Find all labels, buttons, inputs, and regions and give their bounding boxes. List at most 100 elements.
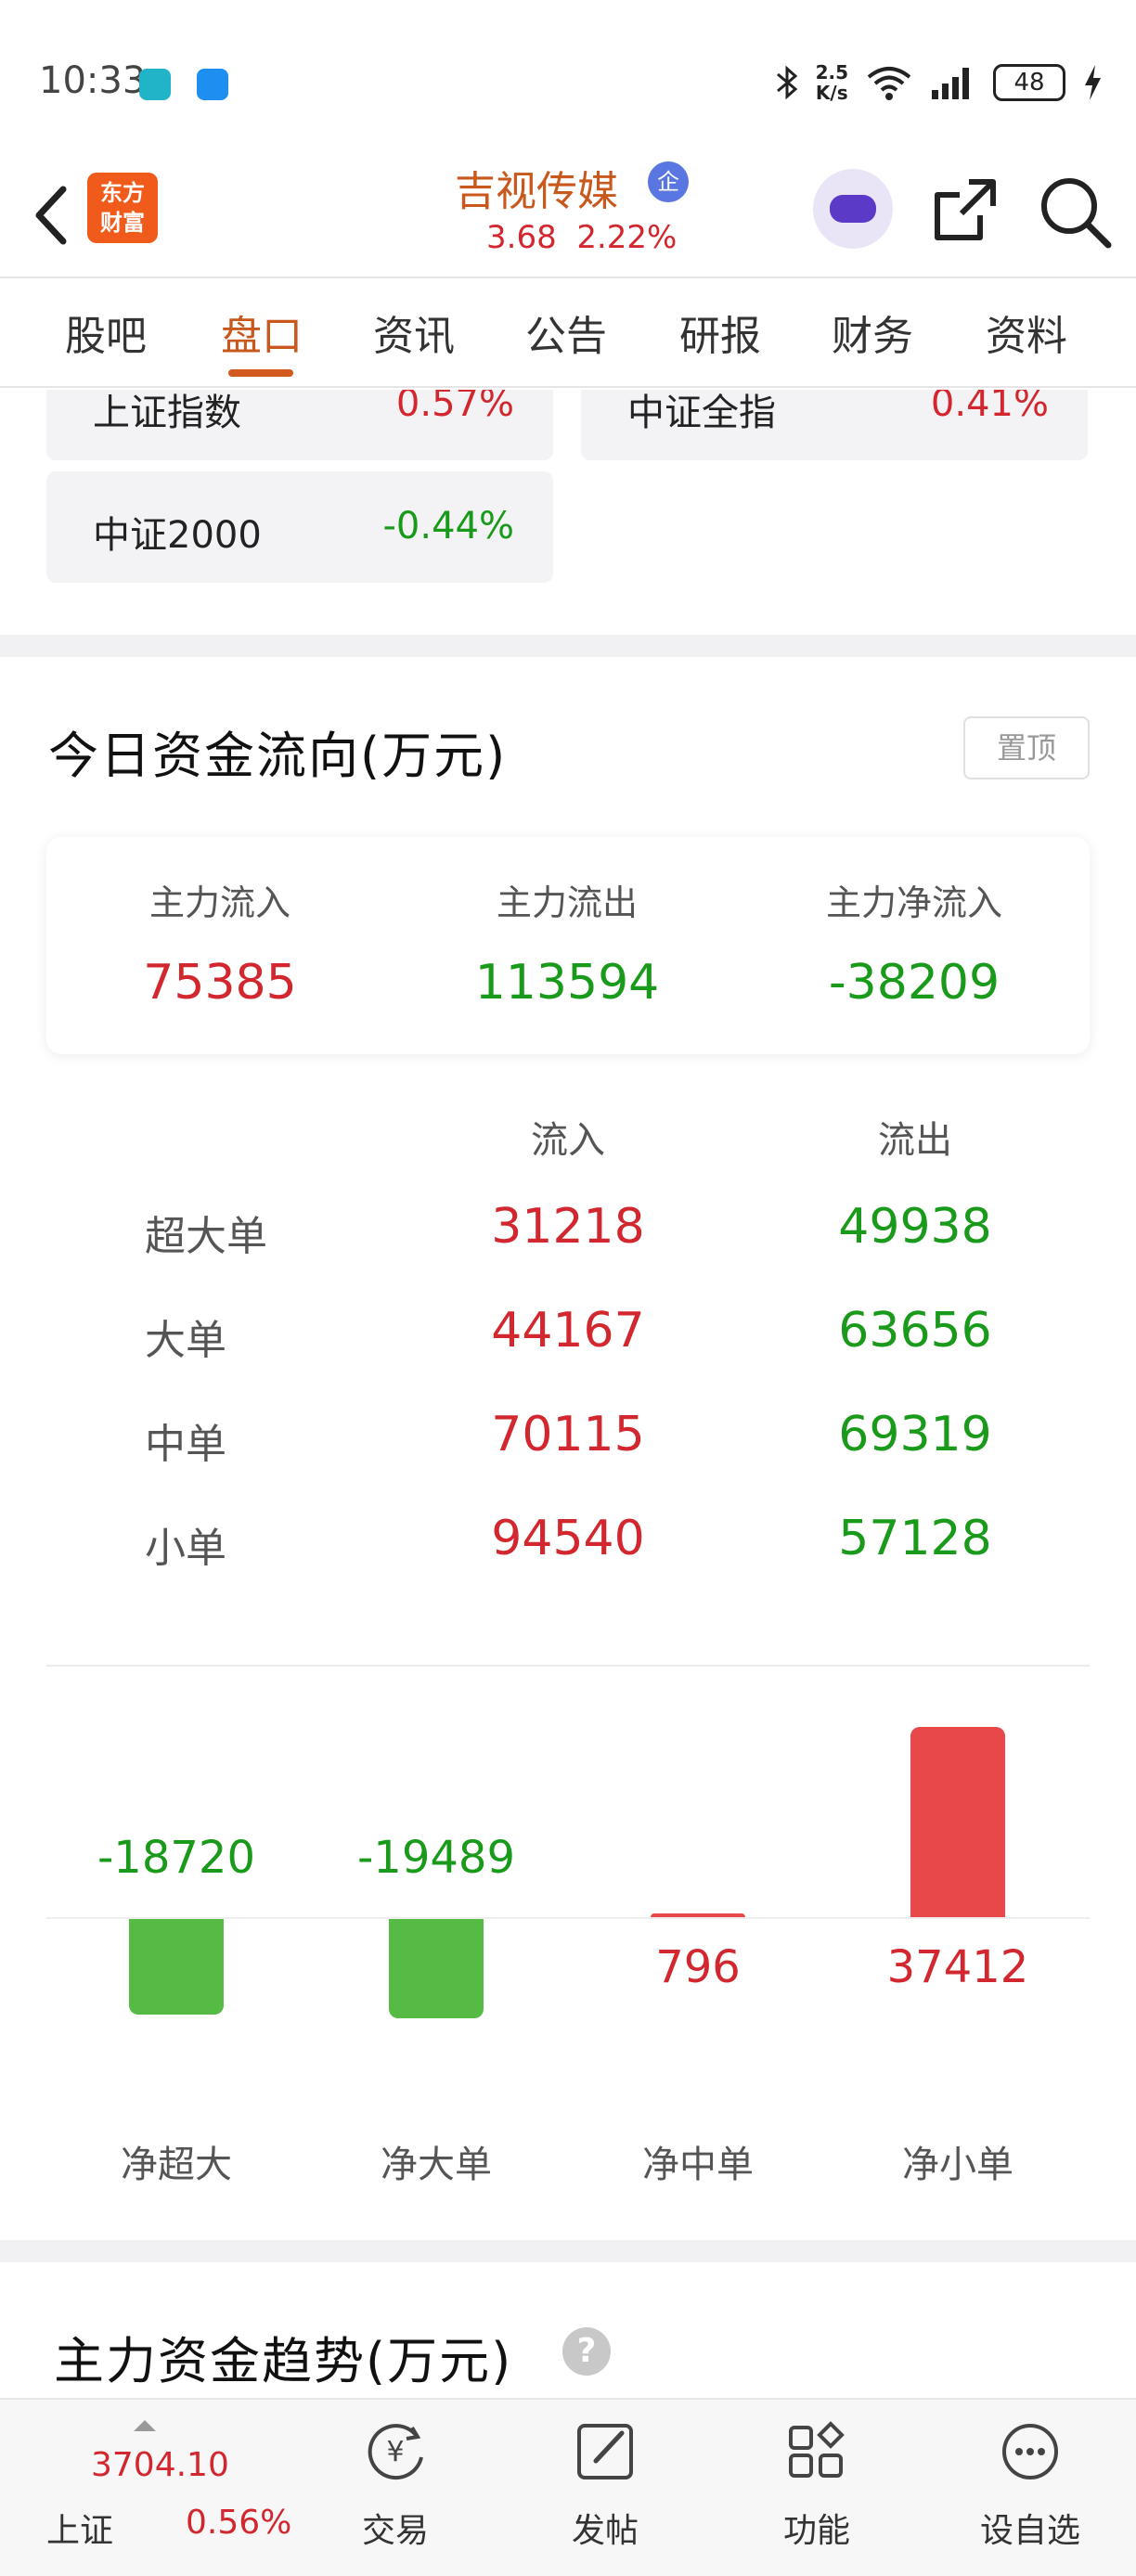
chart-value-label: 37412 (886, 1941, 1029, 1993)
app-logo-line2: 财富 (100, 210, 145, 236)
tab-announcements[interactable]: 公告 (525, 303, 607, 362)
order-size-label: 中单 (145, 1421, 226, 1468)
chart-value-label: 796 (655, 1941, 741, 1993)
grid-icon (789, 2421, 845, 2478)
wifi-icon (867, 67, 911, 100)
index-card-name: 中证全指 (627, 392, 776, 434)
more-icon (1002, 2424, 1058, 2479)
table-row: 中单 70115 69319 (0, 1401, 1136, 1494)
chart-value-label: -18720 (97, 1832, 255, 1884)
tab-guba[interactable]: 股吧 (65, 303, 147, 362)
inflow-value: 31218 (491, 1199, 645, 1255)
active-tab-indicator (228, 369, 293, 377)
tab-research[interactable]: 研报 (679, 303, 761, 362)
tab-pankou[interactable]: 盘口 (221, 303, 303, 362)
outflow-value: 69319 (838, 1407, 992, 1462)
outflow-value: 49938 (838, 1199, 992, 1255)
help-icon[interactable]: ? (562, 2327, 611, 2376)
chart-category-label: 净小单 (902, 2144, 1013, 2186)
chart-category-label: 净中单 (642, 2144, 754, 2186)
expand-up-icon (134, 2420, 156, 2431)
chart-bar (651, 1913, 745, 1917)
network-speed: 2.5 K/s (816, 62, 848, 103)
outflow-value: 63656 (838, 1303, 992, 1359)
network-speed-unit: K/s (815, 82, 848, 104)
main-net-inflow: 主力净流入 -38209 (741, 874, 1088, 1011)
trade-button[interactable]: ¥ 交易 (321, 2416, 470, 2574)
index-card-pct: 0.41% (930, 390, 1049, 425)
table-header-outflow: 流出 (878, 1119, 952, 1162)
order-size-label: 小单 (145, 1525, 226, 1572)
add-watchlist-label: 设自选 (979, 2512, 1080, 2550)
stock-price: 3.68 (486, 219, 557, 256)
charging-icon (1085, 65, 1101, 100)
index-card-name: 中证2000 (93, 514, 262, 557)
index-card-sse[interactable]: 上证指数 0.57% (46, 390, 553, 460)
signal-icon (932, 68, 969, 99)
search-icon[interactable] (1036, 173, 1114, 251)
chart-bar (389, 1919, 484, 2018)
main-net-inflow-value: -38209 (828, 955, 1000, 1011)
stock-price-change: 3.68 2.22% (486, 219, 677, 256)
order-size-label: 大单 (145, 1317, 226, 1364)
index-value: 3704.10 (91, 2446, 229, 2484)
index-card-pct: 0.57% (395, 390, 514, 425)
fund-flow-summary-card: 主力流入 75385 主力流出 113594 主力净流入 -38209 (46, 837, 1090, 1054)
index-card-csi2000[interactable]: 中证2000 -0.44% (46, 471, 553, 583)
main-inflow: 主力流入 75385 (46, 874, 394, 1011)
status-icons: 2.5 K/s 48 (775, 58, 1103, 108)
main-outflow-label: 主力流出 (496, 882, 638, 923)
table-row: 小单 94540 57128 (0, 1505, 1136, 1598)
chart-category-label: 净超大 (121, 2144, 232, 2186)
stock-change-pct: 2.22% (576, 219, 678, 256)
main-inflow-label: 主力流入 (148, 882, 290, 923)
pin-top-button[interactable]: 置顶 (963, 716, 1090, 779)
net-flow-bar-chart: -18720 净超大 -19489 净大单 796 净中单 37412 净小单 (0, 1670, 1136, 2190)
main-net-inflow-label: 主力净流入 (825, 882, 1002, 923)
functions-button[interactable]: 功能 (742, 2416, 891, 2574)
order-size-label: 超大单 (145, 1213, 267, 1260)
back-arrow-icon[interactable] (26, 178, 82, 252)
index-cards-clip: 上证指数 0.57% 中证全指 0.41% (0, 390, 1136, 460)
svg-text:¥: ¥ (386, 2436, 404, 2468)
table-header-inflow: 流入 (531, 1119, 605, 1162)
status-time: 10:33 (39, 59, 147, 102)
index-pct: 0.56% (186, 2504, 292, 2542)
index-name: 上证 (46, 2512, 114, 2550)
chart-bar (129, 1919, 224, 2015)
main-outflow-value: 113594 (474, 955, 660, 1011)
post-label: 发帖 (571, 2512, 639, 2550)
inflow-value: 70115 (491, 1407, 645, 1462)
post-button[interactable]: 发帖 (531, 2416, 679, 2574)
table-row: 大单 44167 63656 (0, 1297, 1136, 1390)
index-card-name: 上证指数 (93, 392, 241, 434)
functions-label: 功能 (782, 2512, 850, 2550)
bluetooth-icon (776, 65, 797, 100)
section-gap (0, 635, 1136, 657)
main-inflow-value: 75385 (143, 955, 297, 1011)
app-logo[interactable]: 东方 财富 (87, 173, 158, 243)
main-outflow: 主力流出 113594 (394, 874, 741, 1011)
ai-assistant-avatar[interactable] (813, 169, 893, 249)
status-bar: 10:33 2.5 K/s 48 (0, 0, 1136, 158)
tab-bar: 股吧 盘口 资讯 公告 研报 财务 资料 (0, 278, 1136, 388)
tab-profile[interactable]: 资料 (986, 303, 1067, 362)
network-speed-value: 2.5 (815, 61, 848, 84)
table-row: 超大单 31218 49938 (0, 1193, 1136, 1286)
index-card-csi-all[interactable]: 中证全指 0.41% (581, 390, 1088, 460)
add-watchlist-button[interactable]: 设自选 (956, 2416, 1104, 2574)
section-divider (46, 1665, 1090, 1667)
share-icon[interactable] (928, 173, 1002, 247)
chart-value-label: -19489 (356, 1832, 515, 1884)
robot-face-icon (830, 195, 876, 223)
post-icon (577, 2424, 633, 2479)
tab-news[interactable]: 资讯 (373, 303, 455, 362)
trade-icon: ¥ (368, 2424, 423, 2480)
section-gap (0, 2240, 1136, 2262)
main-fund-trend-title: 主力资金趋势(万元) (54, 2332, 513, 2390)
notification-search-app-icon (197, 69, 228, 100)
index-card-pct: -0.44% (382, 505, 514, 547)
app-logo-line1: 东方 (100, 180, 145, 206)
tab-finance[interactable]: 财务 (832, 303, 913, 362)
trade-label: 交易 (361, 2512, 429, 2550)
